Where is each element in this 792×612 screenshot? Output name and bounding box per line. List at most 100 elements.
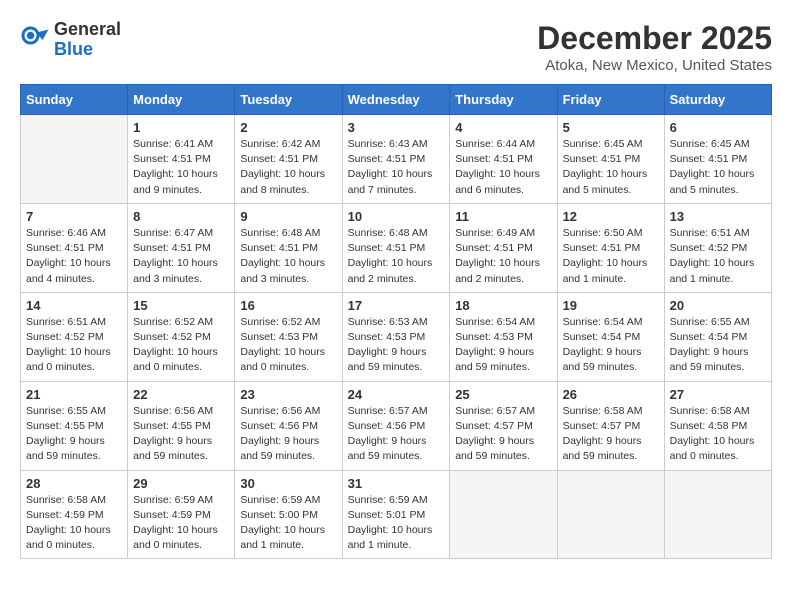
day-cell: 7 Sunrise: 6:46 AMSunset: 4:51 PMDaylight… [21, 203, 128, 292]
day-cell: 10 Sunrise: 6:48 AMSunset: 4:51 PMDayligh… [342, 203, 450, 292]
day-info: Sunrise: 6:51 AMSunset: 4:52 PMDaylight:… [26, 315, 122, 376]
day-number: 29 [133, 476, 229, 491]
day-cell: 9Sunrise: 6:48 AMSunset: 4:51 PMDaylight… [235, 203, 342, 292]
day-number: 22 [133, 387, 229, 402]
day-cell: 6Sunrise: 6:45 AMSunset: 4:51 PMDaylight… [664, 115, 771, 204]
day-info: Sunrise: 6:42 AMSunset: 4:51 PMDaylight:… [240, 137, 336, 198]
day-info: Sunrise: 6:59 AMSunset: 5:01 PMDaylight:… [348, 493, 445, 554]
day-number: 7 [26, 209, 122, 224]
week-row-1: 1 Sunrise: 6:41 AMSunset: 4:51 PMDaylight… [21, 115, 772, 204]
day-info: Sunrise: 6:47 AMSunset: 4:51 PMDaylight:… [133, 226, 229, 287]
day-number: 28 [26, 476, 122, 491]
day-info: Sunrise: 6:56 AMSunset: 4:55 PMDaylight:… [133, 404, 229, 465]
logo-icon [20, 25, 50, 55]
day-cell: 31 Sunrise: 6:59 AMSunset: 5:01 PMDayligh… [342, 470, 450, 559]
day-info: Sunrise: 6:52 AMSunset: 4:52 PMDaylight:… [133, 315, 229, 376]
logo-general: General [54, 20, 121, 40]
day-number: 18 [455, 298, 551, 313]
day-cell: 12 Sunrise: 6:50 AMSunset: 4:51 PMDayligh… [557, 203, 664, 292]
day-number: 4 [455, 120, 551, 135]
day-info: Sunrise: 6:58 AMSunset: 4:57 PMDaylight:… [563, 404, 659, 465]
column-header-wednesday: Wednesday [342, 85, 450, 115]
day-cell: 5 Sunrise: 6:45 AMSunset: 4:51 PMDaylight… [557, 115, 664, 204]
logo: General Blue [20, 20, 121, 60]
day-info: Sunrise: 6:41 AMSunset: 4:51 PMDaylight:… [133, 137, 229, 198]
day-number: 27 [670, 387, 766, 402]
day-cell [21, 115, 128, 204]
day-cell: 26 Sunrise: 6:58 AMSunset: 4:57 PMDayligh… [557, 381, 664, 470]
day-info: Sunrise: 6:46 AMSunset: 4:51 PMDaylight:… [26, 226, 122, 287]
day-number: 1 [133, 120, 229, 135]
day-number: 31 [348, 476, 445, 491]
day-cell [557, 470, 664, 559]
week-row-4: 21Sunrise: 6:55 AMSunset: 4:55 PMDayligh… [21, 381, 772, 470]
column-header-tuesday: Tuesday [235, 85, 342, 115]
calendar-table: SundayMondayTuesdayWednesdayThursdayFrid… [20, 84, 772, 559]
logo-blue: Blue [54, 40, 121, 60]
day-info: Sunrise: 6:55 AMSunset: 4:54 PMDaylight:… [670, 315, 766, 376]
day-cell: 24 Sunrise: 6:57 AMSunset: 4:56 PMDayligh… [342, 381, 450, 470]
day-info: Sunrise: 6:45 AMSunset: 4:51 PMDaylight:… [670, 137, 766, 198]
day-number: 16 [240, 298, 336, 313]
day-info: Sunrise: 6:49 AMSunset: 4:51 PMDaylight:… [455, 226, 551, 287]
column-header-friday: Friday [557, 85, 664, 115]
day-info: Sunrise: 6:56 AMSunset: 4:56 PMDaylight:… [240, 404, 336, 465]
day-cell: 23 Sunrise: 6:56 AMSunset: 4:56 PMDayligh… [235, 381, 342, 470]
day-info: Sunrise: 6:59 AMSunset: 5:00 PMDaylight:… [240, 493, 336, 554]
day-info: Sunrise: 6:52 AMSunset: 4:53 PMDaylight:… [240, 315, 336, 376]
day-info: Sunrise: 6:57 AMSunset: 4:56 PMDaylight:… [348, 404, 445, 465]
day-cell [664, 470, 771, 559]
column-header-thursday: Thursday [450, 85, 557, 115]
day-number: 5 [563, 120, 659, 135]
day-info: Sunrise: 6:57 AMSunset: 4:57 PMDaylight:… [455, 404, 551, 465]
day-number: 15 [133, 298, 229, 313]
day-number: 14 [26, 298, 122, 313]
day-cell: 30 Sunrise: 6:59 AMSunset: 5:00 PMDayligh… [235, 470, 342, 559]
day-number: 8 [133, 209, 229, 224]
day-cell: 21Sunrise: 6:55 AMSunset: 4:55 PMDayligh… [21, 381, 128, 470]
day-number: 3 [348, 120, 445, 135]
day-cell: 27 Sunrise: 6:58 AMSunset: 4:58 PMDayligh… [664, 381, 771, 470]
day-number: 17 [348, 298, 445, 313]
day-cell: 29 Sunrise: 6:59 AMSunset: 4:59 PMDayligh… [128, 470, 235, 559]
day-cell [450, 470, 557, 559]
day-cell: 14 Sunrise: 6:51 AMSunset: 4:52 PMDayligh… [21, 292, 128, 381]
day-number: 10 [348, 209, 445, 224]
day-info: Sunrise: 6:58 AMSunset: 4:58 PMDaylight:… [670, 404, 766, 465]
day-cell: 13Sunrise: 6:51 AMSunset: 4:52 PMDayligh… [664, 203, 771, 292]
day-info: Sunrise: 6:48 AMSunset: 4:51 PMDaylight:… [348, 226, 445, 287]
day-number: 23 [240, 387, 336, 402]
month-title: December 2025 [537, 20, 772, 57]
title-section: December 2025 Atoka, New Mexico, United … [537, 20, 772, 74]
day-number: 12 [563, 209, 659, 224]
day-cell: 4 Sunrise: 6:44 AMSunset: 4:51 PMDaylight… [450, 115, 557, 204]
column-header-saturday: Saturday [664, 85, 771, 115]
day-number: 25 [455, 387, 551, 402]
day-cell: 28 Sunrise: 6:58 AMSunset: 4:59 PMDayligh… [21, 470, 128, 559]
day-info: Sunrise: 6:55 AMSunset: 4:55 PMDaylight:… [26, 404, 122, 465]
day-info: Sunrise: 6:43 AMSunset: 4:51 PMDaylight:… [348, 137, 445, 198]
day-cell: 1 Sunrise: 6:41 AMSunset: 4:51 PMDaylight… [128, 115, 235, 204]
week-row-5: 28 Sunrise: 6:58 AMSunset: 4:59 PMDayligh… [21, 470, 772, 559]
day-info: Sunrise: 6:54 AMSunset: 4:54 PMDaylight:… [563, 315, 659, 376]
day-info: Sunrise: 6:44 AMSunset: 4:51 PMDaylight:… [455, 137, 551, 198]
day-cell: 8 Sunrise: 6:47 AMSunset: 4:51 PMDaylight… [128, 203, 235, 292]
day-info: Sunrise: 6:54 AMSunset: 4:53 PMDaylight:… [455, 315, 551, 376]
day-info: Sunrise: 6:50 AMSunset: 4:51 PMDaylight:… [563, 226, 659, 287]
day-number: 26 [563, 387, 659, 402]
day-info: Sunrise: 6:45 AMSunset: 4:51 PMDaylight:… [563, 137, 659, 198]
day-number: 11 [455, 209, 551, 224]
day-number: 9 [240, 209, 336, 224]
day-info: Sunrise: 6:59 AMSunset: 4:59 PMDaylight:… [133, 493, 229, 554]
day-info: Sunrise: 6:53 AMSunset: 4:53 PMDaylight:… [348, 315, 445, 376]
day-number: 24 [348, 387, 445, 402]
column-header-monday: Monday [128, 85, 235, 115]
week-row-3: 14 Sunrise: 6:51 AMSunset: 4:52 PMDayligh… [21, 292, 772, 381]
day-info: Sunrise: 6:58 AMSunset: 4:59 PMDaylight:… [26, 493, 122, 554]
day-number: 20 [670, 298, 766, 313]
week-row-2: 7 Sunrise: 6:46 AMSunset: 4:51 PMDaylight… [21, 203, 772, 292]
day-cell: 18 Sunrise: 6:54 AMSunset: 4:53 PMDayligh… [450, 292, 557, 381]
location: Atoka, New Mexico, United States [537, 57, 772, 74]
day-number: 30 [240, 476, 336, 491]
page-header: General Blue December 2025 Atoka, New Me… [20, 20, 772, 74]
